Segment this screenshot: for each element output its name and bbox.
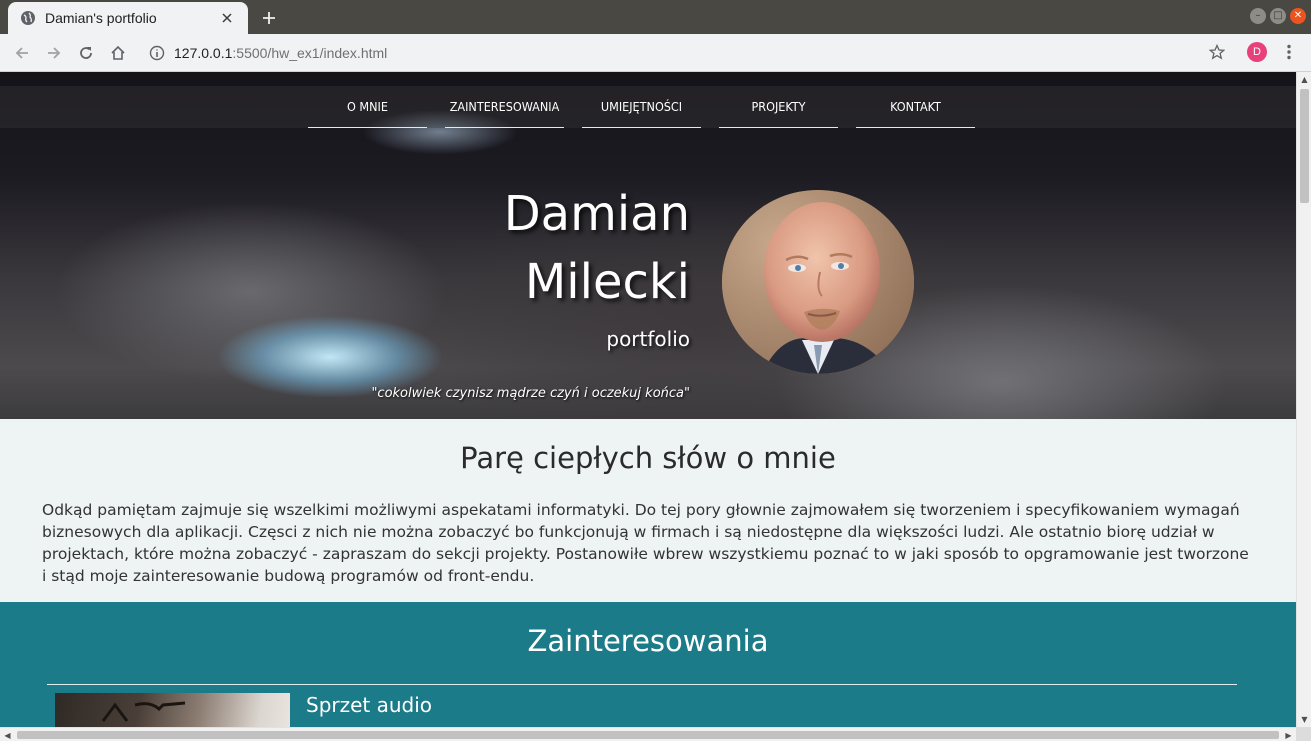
globe-icon <box>20 10 36 26</box>
scroll-right-icon[interactable]: ▶ <box>1281 728 1296 742</box>
interests-heading: Zainteresowania <box>527 624 769 658</box>
interest-item-title: Sprzet audio <box>306 693 433 717</box>
hero-quote: "cokolwiek czynisz mądrze czyń i oczekuj… <box>371 386 690 401</box>
hero-section: O MNIE ZAINTERESOWANIA UMIEJĘTNOŚCI PROJ… <box>0 72 1296 419</box>
scroll-down-icon[interactable]: ▼ <box>1297 712 1311 727</box>
vertical-scroll-thumb[interactable] <box>1300 89 1309 203</box>
browser-tab[interactable]: Damian's portfolio <box>8 2 248 34</box>
url-path: :5500/hw_ex1/index.html <box>232 45 388 61</box>
address-bar[interactable]: 127.0.0.1:5500/hw_ex1/index.html <box>142 39 1238 67</box>
tab-title: Damian's portfolio <box>45 10 157 26</box>
about-text: Odkąd pamiętam zajmuje się wszelkimi moż… <box>42 501 1249 585</box>
kebab-menu-icon[interactable] <box>1280 41 1298 63</box>
hero-name: Damian Milecki <box>504 180 690 316</box>
maximize-window-button[interactable]: □ <box>1270 8 1286 24</box>
profile-avatar[interactable]: D <box>1247 42 1267 62</box>
hero-subtitle: portfolio <box>606 327 690 351</box>
vertical-scrollbar[interactable]: ▲ ▼ <box>1296 72 1311 727</box>
hero-first-name: Damian <box>503 186 690 242</box>
interests-section: Zainteresowania Sprzet audio <box>0 602 1296 727</box>
forward-icon[interactable] <box>42 41 66 65</box>
profile-photo <box>722 190 914 374</box>
hero-last-name: Milecki <box>524 254 690 310</box>
about-heading: Parę ciepłych słów o mnie <box>460 441 836 475</box>
close-window-button[interactable]: ✕ <box>1290 8 1306 24</box>
url-host: 127.0.0.1 <box>174 45 233 61</box>
back-icon[interactable] <box>10 41 34 65</box>
horizontal-scroll-thumb[interactable] <box>17 731 1279 739</box>
horizontal-scrollbar[interactable]: ◀ ▶ <box>0 727 1296 741</box>
star-icon[interactable] <box>1206 41 1228 63</box>
browser-toolbar: 127.0.0.1:5500/hw_ex1/index.html <box>0 34 1311 72</box>
nav-item-projekty[interactable]: PROJEKTY <box>719 86 838 128</box>
page-viewport: O MNIE ZAINTERESOWANIA UMIEJĘTNOŚCI PROJ… <box>0 72 1296 727</box>
browser-tab-strip: Damian's portfolio – □ ✕ <box>0 0 1311 34</box>
close-icon[interactable] <box>218 9 236 27</box>
home-icon[interactable] <box>106 41 130 65</box>
nav-item-umiejetnosci[interactable]: UMIEJĘTNOŚCI <box>582 86 701 128</box>
nav-item-zainteresowania[interactable]: ZAINTERESOWANIA <box>445 86 564 128</box>
interest-image <box>55 693 290 727</box>
about-section: Parę ciepłych słów o mnie Odkąd pamiętam… <box>0 419 1296 602</box>
scroll-up-icon[interactable]: ▲ <box>1297 72 1311 87</box>
info-icon[interactable] <box>148 44 166 62</box>
scrollbar-corner <box>1296 727 1311 741</box>
main-nav: O MNIE ZAINTERESOWANIA UMIEJĘTNOŚCI PROJ… <box>308 86 993 128</box>
minimize-window-button[interactable]: – <box>1250 8 1266 24</box>
reload-icon[interactable] <box>74 41 98 65</box>
nav-item-o-mnie[interactable]: O MNIE <box>308 86 427 128</box>
nav-item-kontakt[interactable]: KONTAKT <box>856 86 975 128</box>
scroll-left-icon[interactable]: ◀ <box>0 728 15 742</box>
plus-icon[interactable] <box>258 7 280 29</box>
divider <box>47 684 1237 685</box>
